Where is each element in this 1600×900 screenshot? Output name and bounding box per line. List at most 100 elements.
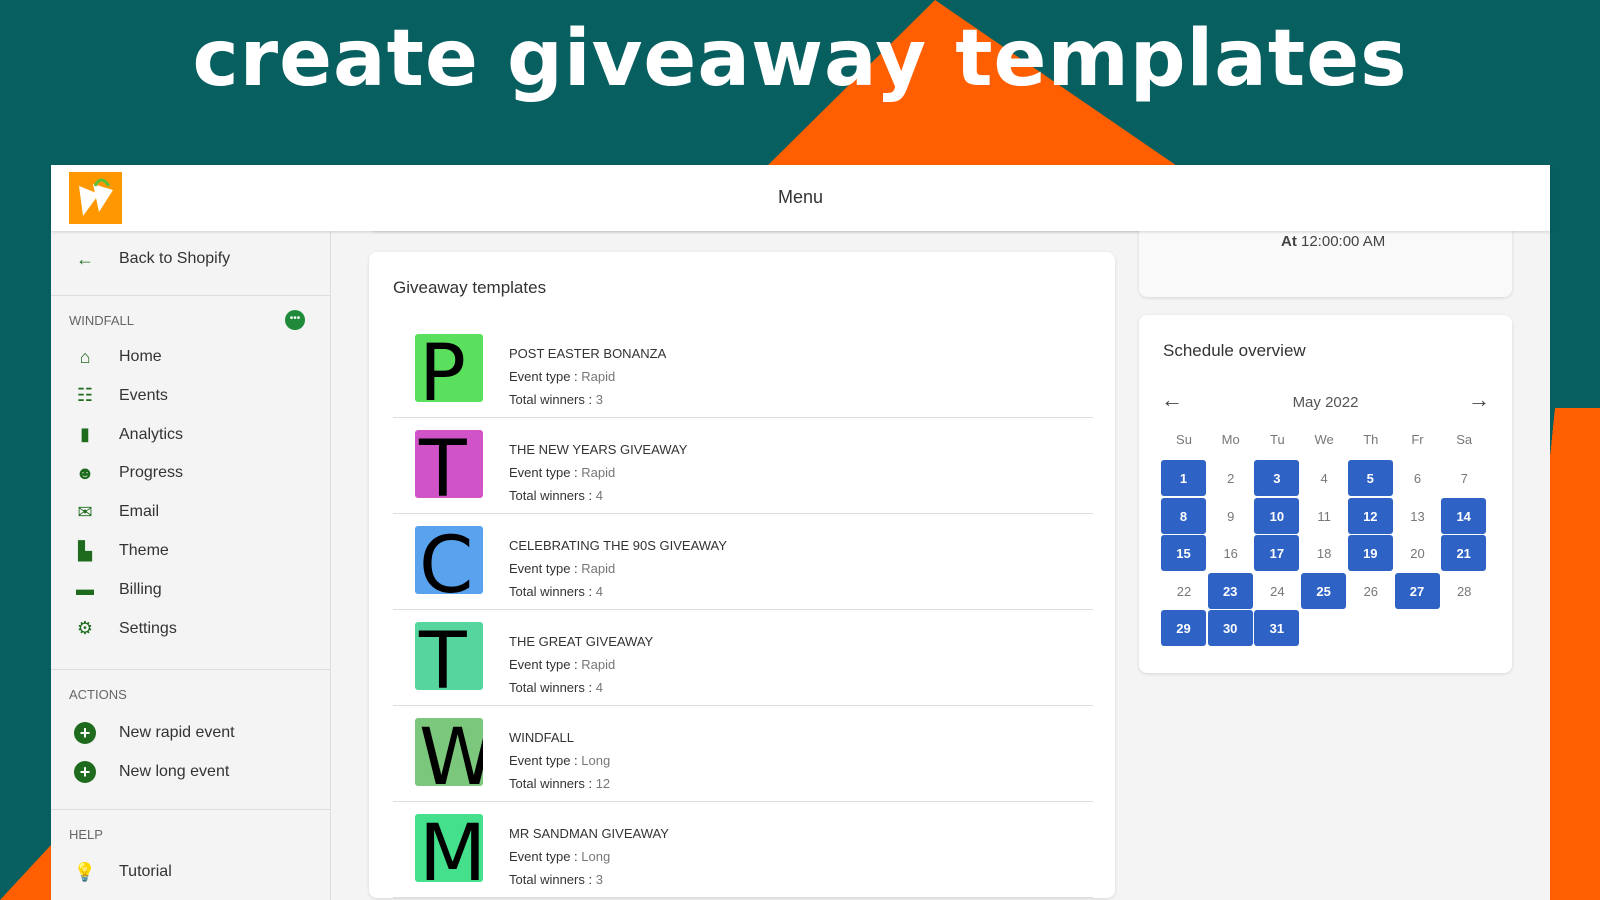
winners-label: Total winners :	[509, 680, 596, 695]
next-month-button[interactable]: →	[1468, 387, 1490, 413]
sidebar-item-home[interactable]: ⌂ Home	[73, 345, 162, 369]
calendar-day[interactable]: 12	[1347, 497, 1393, 534]
calendar-day[interactable]: 21	[1441, 535, 1487, 571]
calendar-day[interactable]: 3	[1254, 460, 1300, 496]
home-icon: ⌂	[79, 346, 91, 367]
template-name: WINDFALL	[509, 730, 575, 745]
template-info: THE NEW YEARS GIVEAWAY Event type : Rapi…	[509, 438, 687, 507]
sidebar-item-events[interactable]: ☷ Events	[73, 384, 168, 408]
template-tile: C	[415, 526, 483, 594]
sidebar-item-label: Progress	[119, 464, 184, 482]
new-long-event-button[interactable]: + New long event	[73, 760, 229, 784]
calendar-day[interactable]: 1	[1161, 460, 1206, 496]
calendar-day[interactable]: 30	[1207, 610, 1253, 646]
sidebar-item-label: Email	[119, 503, 160, 521]
sidebar: ← Back to Shopify WINDFALL ••• ⌂ Home ☷ Even…	[51, 231, 331, 900]
calendar-day[interactable]: 25	[1301, 572, 1347, 609]
time-value: 12:00:00 AM	[1301, 233, 1386, 250]
mail-icon: ✉	[77, 501, 93, 522]
template-row[interactable]: C CELEBRATING THE 90S GIVEAWAY Event typ…	[393, 514, 1093, 610]
template-row[interactable]: W WINDFALL Event type : Long Total winne…	[393, 706, 1093, 802]
calendar-day[interactable]: 24	[1254, 573, 1300, 610]
headline: create giveaway templates	[192, 14, 1408, 104]
calendar-day[interactable]: 7	[1441, 460, 1487, 497]
calendar-day[interactable]: 17	[1254, 535, 1300, 571]
menu-button[interactable]: Menu	[51, 187, 1550, 208]
calendar-day[interactable]: 8	[1161, 497, 1206, 534]
calendar-day[interactable]: 27	[1394, 572, 1440, 609]
sidebar-item-analytics[interactable]: ▮ Analytics	[73, 423, 183, 447]
calendar-day[interactable]: 6	[1395, 460, 1441, 497]
calendar-day[interactable]: 11	[1301, 498, 1347, 535]
calendar-day[interactable]: 31	[1254, 610, 1300, 646]
new-rapid-event-button[interactable]: + New rapid event	[73, 721, 235, 745]
plus-circle-icon: +	[73, 721, 97, 745]
smiley-icon: ☻	[75, 462, 95, 483]
event-type-label: Event type :	[509, 657, 582, 672]
calendar-day[interactable]: 5	[1347, 460, 1393, 496]
total-winners: Total winners : 4	[509, 580, 727, 603]
template-row[interactable]: P POST EASTER BONANZA Event type : Rapid…	[393, 322, 1093, 418]
back-to-shopify-link[interactable]: ← Back to Shopify	[73, 247, 230, 271]
chat-icon[interactable]: •••	[285, 310, 305, 330]
section-help: HELP	[69, 827, 103, 842]
divider	[51, 295, 331, 296]
calendar-day[interactable]: 23	[1207, 572, 1253, 609]
calendar-day[interactable]: 2	[1208, 460, 1254, 497]
sidebar-item-label: Billing	[119, 580, 162, 598]
calendar-day[interactable]: 10	[1254, 497, 1300, 534]
winners-value: 4	[595, 488, 603, 503]
template-row[interactable]: T THE NEW YEARS GIVEAWAY Event type : Ra…	[393, 418, 1093, 514]
calendar-day[interactable]: 9	[1208, 498, 1254, 535]
list-icon: ☷	[76, 385, 94, 406]
event-type-label: Event type :	[509, 369, 582, 384]
lightbulb-icon: 💡	[73, 861, 97, 882]
calendar-day[interactable]: 28	[1441, 573, 1487, 610]
template-tile: W	[415, 718, 483, 786]
event-type-value: Rapid	[581, 465, 616, 480]
template-row[interactable]: M MR SANDMAN GIVEAWAY Event type : Long …	[393, 802, 1093, 898]
total-winners: Total winners : 4	[509, 676, 653, 699]
calendar-day[interactable]: 19	[1347, 535, 1393, 571]
event-type-label: Event type :	[509, 753, 582, 768]
calendar-day[interactable]: 14	[1441, 497, 1487, 534]
winners-value: 12	[595, 776, 611, 791]
divider	[51, 669, 331, 670]
winners-value: 3	[595, 392, 603, 407]
event-type-label: Event type :	[509, 849, 582, 864]
weekday-label: We	[1314, 432, 1334, 447]
weekday-label: Tu	[1270, 432, 1285, 447]
sidebar-item-billing[interactable]: ▬ Billing	[73, 578, 162, 602]
sidebar-item-settings[interactable]: ⚙ Settings	[73, 617, 177, 641]
calendar-day[interactable]: 13	[1395, 498, 1441, 535]
calendar-day[interactable]: 15	[1161, 535, 1206, 571]
calendar-day[interactable]: 22	[1161, 573, 1207, 610]
tutorial-label: Tutorial	[119, 863, 172, 880]
theme-icon: ▙	[78, 540, 92, 561]
calendar-day[interactable]: 16	[1208, 535, 1254, 572]
arrow-left-icon: ←	[76, 248, 94, 269]
calendar-day[interactable]: 18	[1301, 535, 1347, 572]
template-row[interactable]: T THE GREAT GIVEAWAY Event type : Rapid …	[393, 610, 1093, 706]
event-type-value: Rapid	[581, 657, 616, 672]
event-type-value: Rapid	[581, 561, 616, 576]
event-type: Event type : Rapid	[509, 461, 687, 484]
calendar-day[interactable]: 4	[1301, 460, 1347, 497]
total-winners: Total winners : 3	[509, 388, 666, 411]
calendar-day[interactable]: 29	[1161, 610, 1206, 646]
event-type-value: Long	[581, 753, 611, 768]
tutorial-link[interactable]: 💡 Tutorial	[73, 860, 172, 884]
template-tile: T	[415, 622, 483, 690]
template-tile: M	[415, 814, 483, 882]
calendar-day[interactable]: 20	[1395, 535, 1441, 572]
app-window: Menu ← Back to Shopify WINDFALL ••• ⌂ Home…	[51, 165, 1550, 900]
template-name: CELEBRATING THE 90S GIVEAWAY	[509, 538, 727, 553]
calendar-day[interactable]: 26	[1348, 573, 1394, 610]
winners-label: Total winners :	[509, 392, 596, 407]
sidebar-item-progress[interactable]: ☻ Progress	[73, 461, 184, 485]
section-actions: ACTIONS	[69, 687, 127, 702]
orange-left-decoration	[0, 845, 51, 900]
sidebar-item-email[interactable]: ✉ Email	[73, 500, 159, 524]
sidebar-item-theme[interactable]: ▙ Theme	[73, 539, 169, 563]
gear-icon: ⚙	[76, 618, 94, 639]
